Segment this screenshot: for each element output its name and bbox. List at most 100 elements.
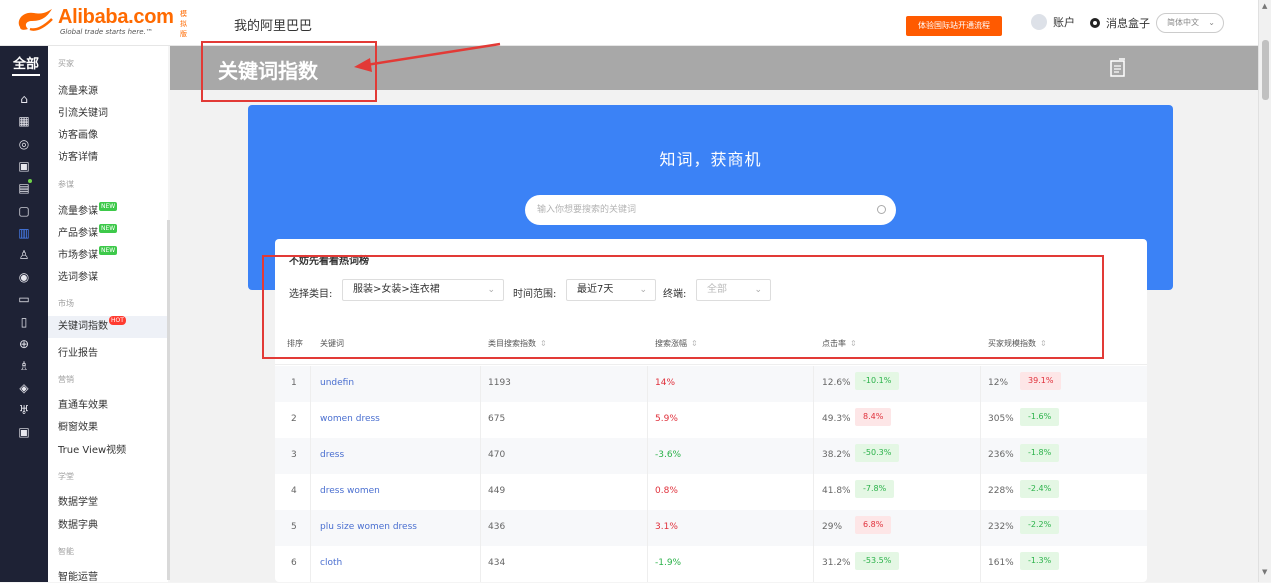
table-row[interactable]: 6 cloth 434 -1.9% 31.2% -53.5% 161% -1.3% [275, 546, 1147, 582]
column-divider [813, 366, 814, 402]
ctr-change-badge: 6.8% [855, 516, 892, 534]
person-icon[interactable]: ♗ [17, 359, 31, 373]
sidebar-section-academy: 学堂 [58, 472, 74, 481]
broadcast-icon[interactable]: ◉ [17, 270, 31, 284]
search-placeholder: 输入你想要搜索的关键词 [537, 205, 637, 215]
keyword-link[interactable]: dress [320, 450, 344, 460]
ctr-cell: 38.2% [822, 450, 851, 460]
rank-cell: 4 [291, 486, 297, 496]
globe-icon[interactable]: ⊕ [17, 337, 31, 351]
messages-label: 消息盒子 [1106, 17, 1150, 30]
sidebar-item-keyword-index[interactable]: 关键词指数HOT [48, 316, 168, 338]
sidebar-item-label: 流量参谋 [58, 206, 98, 217]
sidebar-item-industry-report[interactable]: 行业报告 [58, 344, 98, 359]
table-row[interactable]: 2 women dress 675 5.9% 49.3% 8.4% 305% -1.6% [275, 402, 1147, 438]
sidebar-item-product-advisor[interactable]: 产品参谋 NEW [58, 224, 118, 239]
sidebar-item-keyword-advisor[interactable]: 选词参谋 [58, 268, 98, 283]
account-menu[interactable]: 账户 [1031, 14, 1075, 30]
buyer-index-cell: 305% [988, 414, 1014, 424]
sidebar-item-visitor-details[interactable]: 访客详情 [58, 148, 98, 163]
sidebar-item-showcase-effect[interactable]: 橱窗效果 [58, 418, 98, 433]
document-icon[interactable]: ▯ [17, 315, 31, 329]
column-divider [480, 510, 481, 546]
column-divider [813, 402, 814, 438]
media-icon[interactable]: ▤ [17, 181, 31, 195]
sidebar-item-traffic-advisor[interactable]: 流量参谋 NEW [58, 202, 118, 217]
cart-icon[interactable]: ◈ [17, 381, 31, 395]
window-icon[interactable]: ▢ [17, 204, 31, 218]
buyer-index-cell: 12% [988, 378, 1009, 388]
ctr-change-badge: -50.3% [855, 444, 900, 462]
note-icon[interactable] [1110, 58, 1126, 77]
column-divider [980, 366, 981, 402]
scroll-thumb[interactable] [1262, 40, 1269, 100]
chart-icon[interactable]: ▥ [17, 226, 31, 240]
sidebar-item-ppc-effect[interactable]: 直通车效果 [58, 396, 108, 411]
sidebar-section-buyer: 买家 [58, 59, 74, 68]
column-divider [813, 438, 814, 474]
language-select[interactable]: 简体中文 ⌄ [1156, 13, 1224, 33]
annotation-arrow [354, 42, 501, 72]
table-row[interactable]: 5 plu size women dress 436 3.1% 29% 6.8% 232% -… [275, 510, 1147, 546]
search-icon[interactable] [877, 205, 886, 214]
home-icon[interactable]: ⌂ [17, 92, 31, 106]
shield-icon[interactable]: ◎ [17, 137, 31, 151]
sidebar-item-traffic-keywords[interactable]: 引流关键词 [58, 104, 108, 119]
keyword-link[interactable]: cloth [320, 558, 342, 568]
search-index-cell: 675 [488, 414, 506, 424]
column-divider [310, 438, 311, 474]
site-title[interactable]: 我的阿里巴巴 [234, 15, 312, 34]
user-icon[interactable]: ♙ [17, 248, 31, 262]
icon-rail: 全部 ⌂ ▦ ◎ ▣ ▤ ▢ ▥ ♙ ◉ ▭ ▯ ⊕ ♗ ◈ ♅ ▣ [0, 46, 48, 582]
sidebar-item-market-advisor[interactable]: 市场参谋 NEW [58, 246, 118, 261]
sidebar: 买家 流量来源 引流关键词 访客画像 访客详情 参谋 流量参谋 NEW 产品参谋 N… [48, 46, 168, 583]
table-row[interactable]: 4 dress women 449 0.8% 41.8% -7.8% 228% -2.4% [275, 474, 1147, 510]
keyword-link[interactable]: plu size women dress [320, 522, 417, 532]
new-badge: NEW [99, 246, 118, 255]
briefcase-icon[interactable]: ▣ [17, 425, 31, 439]
hot-badge: HOT [109, 316, 126, 325]
buyer-change-badge: 39.1% [1020, 372, 1062, 390]
account-label: 账户 [1053, 16, 1075, 29]
alibaba-logo[interactable]: Alibaba.com Global trade starts here.™ 模… [14, 6, 187, 38]
column-divider [647, 546, 648, 582]
search-index-cell: 436 [488, 522, 506, 532]
keyword-search-input[interactable]: 输入你想要搜索的关键词 [525, 195, 896, 225]
growth-cell: 0.8% [655, 486, 678, 496]
sidebar-item-traffic-source[interactable]: 流量来源 [58, 82, 98, 97]
scroll-up-icon[interactable]: ▲ [1262, 2, 1267, 10]
search-index-cell: 1193 [488, 378, 511, 388]
column-divider [980, 546, 981, 582]
sidebar-item-smart-operation[interactable]: 智能运营 [58, 568, 98, 583]
keyword-link[interactable]: women dress [320, 414, 380, 424]
keyword-link[interactable]: undefin [320, 378, 354, 388]
column-divider [813, 546, 814, 582]
promo-button[interactable]: 体验国际站开通流程 [906, 16, 1002, 36]
buyer-index-cell: 232% [988, 522, 1014, 532]
ctr-cell: 12.6% [822, 378, 851, 388]
sidebar-item-visitor-profile[interactable]: 访客画像 [58, 126, 98, 141]
scroll-down-icon[interactable]: ▼ [1262, 568, 1267, 576]
column-divider [647, 510, 648, 546]
rail-all-tab[interactable]: 全部 [13, 53, 39, 72]
messages-menu[interactable]: 消息盒子 [1090, 15, 1150, 31]
logo-brand: Alibaba.com [58, 6, 174, 28]
table-row[interactable]: 3 dress 470 -3.6% 38.2% -50.3% 236% -1.8% [275, 438, 1147, 474]
sidebar-section-advisor: 参谋 [58, 180, 74, 189]
buyer-change-badge: -1.8% [1020, 444, 1060, 462]
page-scrollbar[interactable]: ▲ ▼ [1258, 0, 1271, 582]
buyer-change-badge: -2.2% [1020, 516, 1060, 534]
store-icon[interactable]: ▦ [17, 114, 31, 128]
sidebar-item-trueview-video[interactable]: True View视频 [58, 441, 126, 456]
ctr-change-badge: 8.4% [855, 408, 892, 426]
sidebar-item-data-dictionary[interactable]: 数据字典 [58, 516, 98, 531]
product-icon[interactable]: ▣ [17, 159, 31, 173]
rank-cell: 2 [291, 414, 297, 424]
sidebar-item-data-academy[interactable]: 数据学堂 [58, 493, 98, 508]
search-index-cell: 434 [488, 558, 506, 568]
table-row[interactable]: 1 undefin 1193 14% 12.6% -10.1% 12% 39.1% [275, 366, 1147, 402]
card-icon[interactable]: ▭ [17, 292, 31, 306]
trophy-icon[interactable]: ♅ [17, 403, 31, 417]
keyword-link[interactable]: dress women [320, 486, 380, 496]
alibaba-logo-icon [14, 7, 56, 35]
